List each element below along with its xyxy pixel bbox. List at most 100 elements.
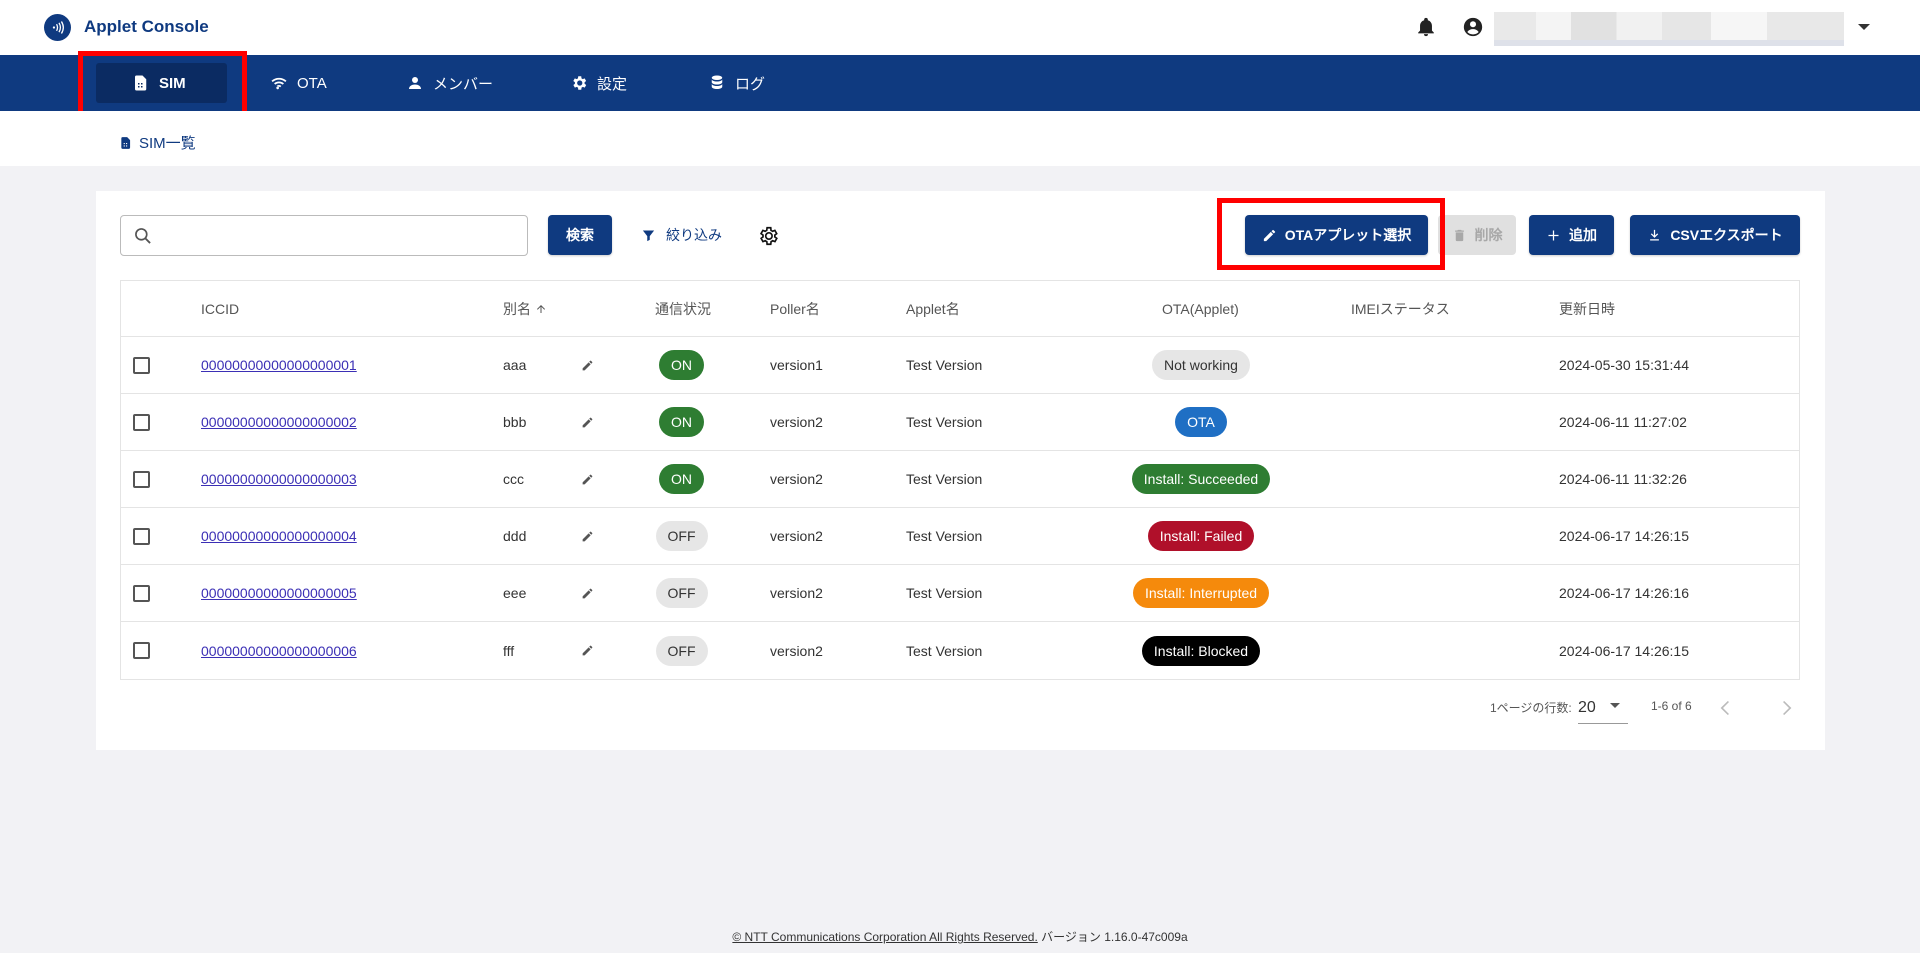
header-comm-status[interactable]: 通信状況	[655, 281, 711, 336]
main-nav: SIM OTA メンバー 設定 ログ	[0, 55, 1920, 111]
iccid-link[interactable]: 00000000000000000006	[201, 643, 357, 659]
row-checkbox[interactable]	[133, 527, 150, 545]
filter-button[interactable]: 絞り込み	[641, 225, 722, 245]
nav-tab-ota[interactable]: OTA	[270, 55, 327, 111]
comm-status-badge: OFF	[655, 578, 708, 608]
header-alias-label: 別名	[503, 300, 531, 317]
iccid-link[interactable]: 00000000000000000001	[201, 357, 357, 373]
iccid-link[interactable]: 00000000000000000004	[201, 528, 357, 544]
add-button[interactable]: 追加	[1529, 215, 1614, 255]
header-poller[interactable]: Poller名	[770, 281, 820, 336]
applet-cell: Test Version	[906, 585, 983, 601]
row-checkbox-cell	[133, 451, 150, 507]
row-checkbox[interactable]	[133, 470, 150, 488]
poller-cell: version2	[770, 414, 823, 430]
ota-status-badge: OTA	[1175, 407, 1227, 437]
ota-status-badge: Install: Blocked	[1141, 635, 1261, 666]
row-checkbox[interactable]	[133, 356, 150, 374]
header-ota-applet[interactable]: OTA(Applet)	[1162, 281, 1239, 336]
comm-status-badge: ON	[659, 350, 704, 380]
csv-export-label: CSVエクスポート	[1670, 227, 1783, 243]
row-checkbox[interactable]	[133, 584, 150, 602]
updated-cell: 2024-05-30 15:31:44	[1559, 357, 1689, 373]
header-applet[interactable]: Applet名	[906, 281, 960, 336]
ota-status-badge: Install: Succeeded	[1131, 464, 1271, 494]
table-body: 00000000000000000001 aaa ON version1 Test Ve…	[121, 337, 1799, 679]
header-iccid[interactable]: ICCID	[201, 281, 239, 336]
top-header: Applet Console	[0, 0, 1920, 55]
iccid-cell: 00000000000000000002	[201, 394, 357, 450]
row-checkbox-cell	[133, 622, 150, 679]
applet-cell: Test Version	[906, 414, 983, 430]
version-label: バージョン 1.16.0-47c009a	[1041, 930, 1188, 944]
alias-cell: aaa	[503, 357, 527, 373]
edit-alias-pencil-icon[interactable]	[581, 337, 594, 393]
table-row: 00000000000000000005 eee OFF version2 Test V…	[121, 565, 1799, 622]
nav-tab-label: OTA	[297, 74, 327, 92]
ota-status-cell: OTA	[1081, 394, 1321, 450]
search-field[interactable]	[120, 215, 528, 256]
delete-button[interactable]: 削除	[1438, 215, 1516, 255]
plus-icon	[1548, 230, 1559, 240]
chevron-down-icon	[1610, 703, 1620, 708]
csv-export-button[interactable]: CSVエクスポート	[1630, 215, 1800, 255]
account-circle-icon[interactable]	[1462, 16, 1484, 38]
nav-tab-log[interactable]: ログ	[708, 55, 765, 111]
edit-alias-pencil-icon[interactable]	[581, 508, 594, 564]
nav-tab-label: ログ	[735, 75, 766, 93]
table-row: 00000000000000000004 ddd OFF version2 Test V…	[121, 508, 1799, 565]
wifi-icon	[271, 77, 287, 90]
notification-bell-icon[interactable]	[1415, 16, 1437, 38]
search-button[interactable]: 検索	[548, 215, 612, 255]
add-button-label: 追加	[1569, 227, 1597, 243]
delete-button-label: 削除	[1474, 227, 1503, 243]
iccid-cell: 00000000000000000003	[201, 451, 357, 507]
comm-status-cell: ON	[644, 337, 719, 393]
alias-cell: ccc	[503, 471, 524, 487]
edit-alias-pencil-icon[interactable]	[581, 451, 594, 507]
edit-alias-pencil-icon[interactable]	[581, 622, 594, 679]
nav-tab-member[interactable]: メンバー	[406, 55, 493, 111]
sim-list-card: 検索 絞り込み OTAアプレット選択 削除 追加 CSVエクスポート ICCID…	[96, 191, 1825, 750]
ota-status-cell: Install: Failed	[1081, 508, 1321, 564]
highlight-box-ota-button	[1217, 198, 1445, 270]
next-page-icon[interactable]	[1780, 701, 1792, 715]
download-icon	[1650, 229, 1660, 240]
search-button-label: 検索	[566, 227, 594, 243]
header-updated[interactable]: 更新日時	[1559, 281, 1615, 336]
copyright-link[interactable]: © NTT Communications Corporation All Rig…	[732, 930, 1037, 944]
iccid-link[interactable]: 00000000000000000005	[201, 585, 357, 601]
iccid-link[interactable]: 00000000000000000002	[201, 414, 357, 430]
row-checkbox-cell	[133, 337, 150, 393]
edit-alias-pencil-icon[interactable]	[581, 565, 594, 621]
applet-cell: Test Version	[906, 357, 983, 373]
iccid-link[interactable]: 00000000000000000003	[201, 471, 357, 487]
comm-status-cell: OFF	[644, 508, 719, 564]
iccid-cell: 00000000000000000004	[201, 508, 357, 564]
user-name-redacted[interactable]	[1494, 12, 1844, 46]
updated-cell: 2024-06-11 11:27:02	[1559, 414, 1687, 430]
applet-cell: Test Version	[906, 528, 983, 544]
ota-status-badge: Install: Interrupted	[1132, 578, 1270, 608]
poller-cell: version1	[770, 357, 823, 373]
header-alias[interactable]: 別名	[503, 281, 547, 336]
edit-alias-pencil-icon[interactable]	[581, 394, 594, 450]
breadcrumb[interactable]: SIM一覧	[119, 132, 196, 153]
rows-per-page-select[interactable]: 20	[1578, 694, 1628, 724]
prev-page-icon[interactable]	[1720, 701, 1732, 715]
account-dropdown-caret-icon[interactable]	[1858, 24, 1870, 30]
app-title: Applet Console	[84, 17, 209, 36]
nav-tab-settings[interactable]: 設定	[570, 55, 627, 111]
row-checkbox[interactable]	[133, 413, 150, 431]
trash-icon	[1454, 229, 1464, 241]
header-imei-status[interactable]: IMEIステータス	[1351, 281, 1450, 336]
database-icon	[711, 75, 723, 89]
poller-cell: version2	[770, 642, 823, 659]
poller-cell: version2	[770, 471, 823, 487]
poller-cell: version2	[770, 528, 823, 544]
column-settings-gear-icon[interactable]	[757, 225, 779, 247]
row-checkbox[interactable]	[133, 642, 150, 659]
nav-tab-label: メンバー	[433, 75, 494, 93]
search-input[interactable]	[163, 224, 513, 248]
sort-arrow-up-icon	[537, 304, 545, 313]
